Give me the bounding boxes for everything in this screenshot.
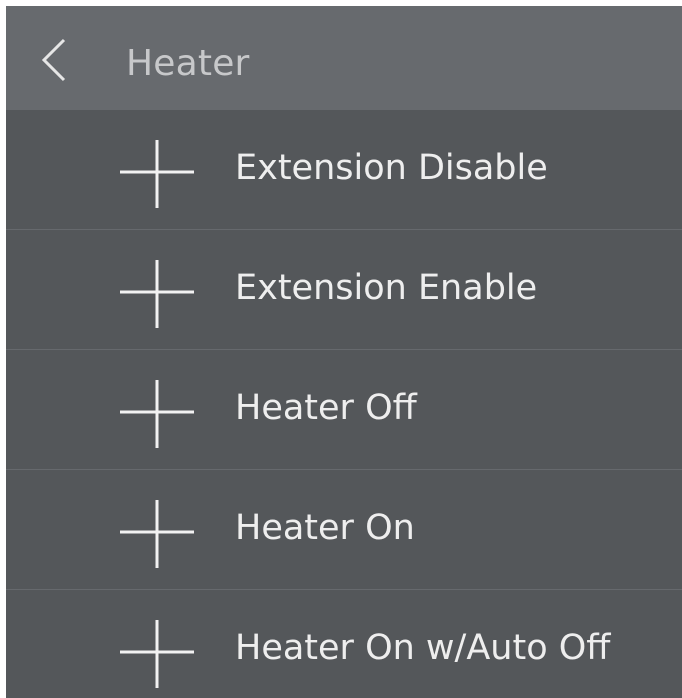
list-divider xyxy=(6,589,682,590)
list-item-label: Heater On xyxy=(235,508,415,548)
plus-icon xyxy=(120,260,194,328)
plus-icon xyxy=(120,500,194,568)
list-divider xyxy=(6,349,682,350)
command-list: Extension Disable Extension Enable Heate… xyxy=(6,110,682,698)
list-item-extension-enable[interactable]: Extension Enable xyxy=(6,230,682,349)
list-item-label: Heater Off xyxy=(235,388,417,428)
list-divider xyxy=(6,469,682,470)
list-item-heater-on-auto-off[interactable]: Heater On w/Auto Off xyxy=(6,590,682,698)
list-item-label: Extension Enable xyxy=(235,268,538,308)
list-item-extension-disable[interactable]: Extension Disable xyxy=(6,110,682,229)
plus-icon xyxy=(120,140,194,208)
header-bar: Heater xyxy=(6,6,682,110)
list-item-label: Extension Disable xyxy=(235,148,548,188)
list-item-label: Heater On w/Auto Off xyxy=(235,628,611,668)
list-divider xyxy=(6,229,682,230)
list-item-heater-off[interactable]: Heater Off xyxy=(6,350,682,469)
heater-panel: Heater Extension Disable Extension Enabl… xyxy=(6,6,682,698)
chevron-left-icon xyxy=(41,38,66,82)
back-button[interactable] xyxy=(30,36,74,84)
plus-icon xyxy=(120,620,194,688)
list-item-heater-on[interactable]: Heater On xyxy=(6,470,682,589)
plus-icon xyxy=(120,380,194,448)
page-title: Heater xyxy=(126,43,250,84)
